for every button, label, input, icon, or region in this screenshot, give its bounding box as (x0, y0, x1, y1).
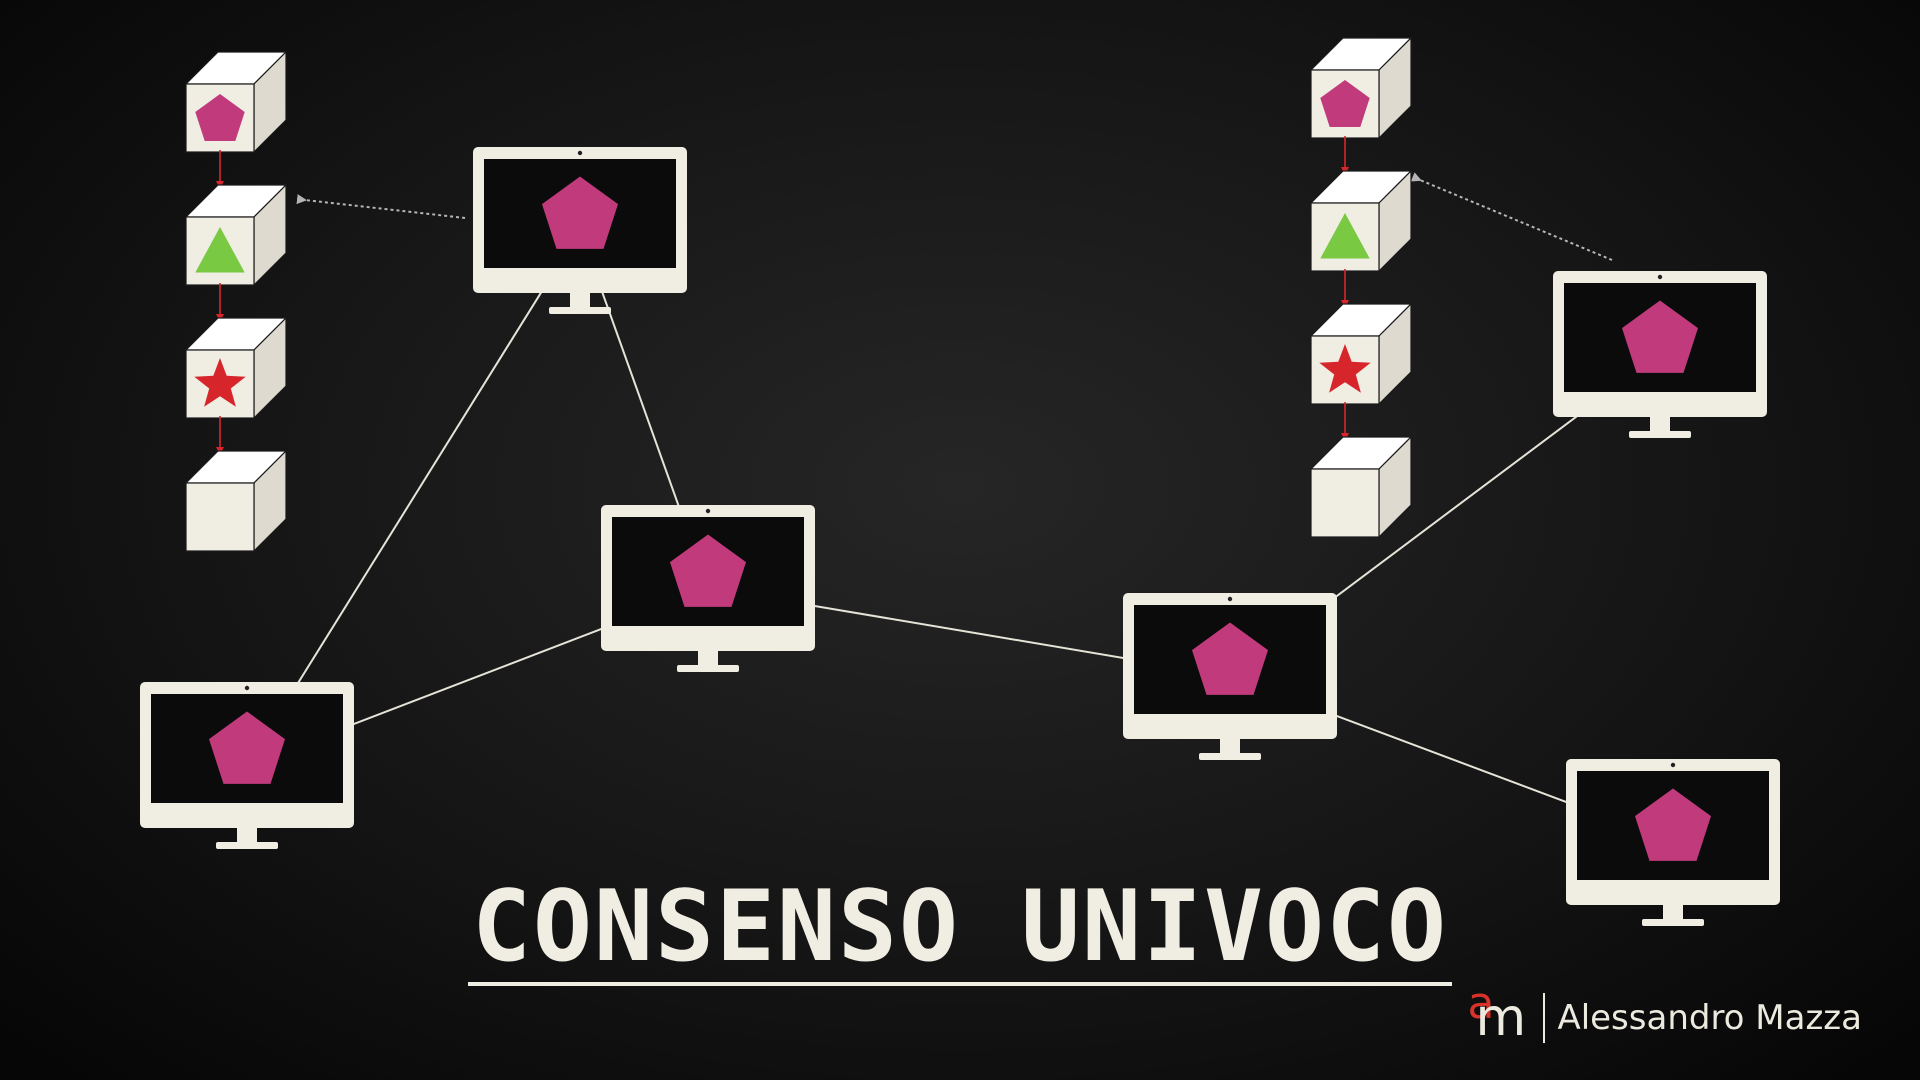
blockchains (184, 36, 1413, 553)
monitor-node-top-right (1553, 271, 1767, 438)
block-3 (184, 449, 288, 553)
diagram-canvas: CONSENSO UNIVOCO a m Alessandro Mazza (0, 0, 1920, 1080)
block-front-face (1310, 468, 1380, 538)
right-chain (1309, 36, 1413, 539)
block-front-face (185, 482, 255, 552)
monitor-node-center-left (601, 505, 815, 672)
monitor-neck (237, 828, 257, 842)
network-links (246, 229, 1674, 843)
camera-dot (577, 150, 583, 156)
monitor-foot (1629, 431, 1691, 438)
title-text: CONSENSO UNIVOCO (467, 878, 1452, 986)
block-2 (184, 316, 288, 420)
camera-dot (705, 508, 711, 514)
monitor-foot (677, 665, 739, 672)
camera-dot (1670, 762, 1676, 768)
block-3 (1309, 435, 1413, 539)
network-nodes (140, 147, 1780, 926)
pointer-arrow-left (296, 194, 466, 219)
monitor-neck (698, 651, 718, 665)
left-chain (184, 50, 288, 553)
monitor-foot (1199, 753, 1261, 760)
block-2 (1309, 302, 1413, 406)
page-title: CONSENSO UNIVOCO (0, 870, 1920, 986)
block-1 (184, 183, 288, 287)
author-name: Alessandro Mazza (1557, 998, 1862, 1038)
brand-separator (1543, 993, 1546, 1043)
brand: a m Alessandro Mazza (1465, 982, 1862, 1048)
monitor-node-center-right (1123, 593, 1337, 760)
block-0 (1309, 36, 1413, 140)
monitor-neck (1650, 417, 1670, 431)
logo-letter-m: m (1475, 988, 1527, 1048)
author-logo: a m (1465, 982, 1535, 1048)
camera-dot (244, 685, 250, 691)
monitor-neck (1220, 739, 1240, 753)
monitor-neck (570, 293, 590, 307)
monitor-foot (216, 842, 278, 849)
block-0 (184, 50, 288, 154)
monitor-foot (549, 307, 611, 314)
camera-dot (1657, 274, 1663, 280)
pointer-arrow-right (1410, 172, 1613, 261)
monitor-node-bottom-left (140, 682, 354, 849)
monitor-node-top-left (473, 147, 687, 314)
camera-dot (1227, 596, 1233, 602)
block-1 (1309, 169, 1413, 273)
